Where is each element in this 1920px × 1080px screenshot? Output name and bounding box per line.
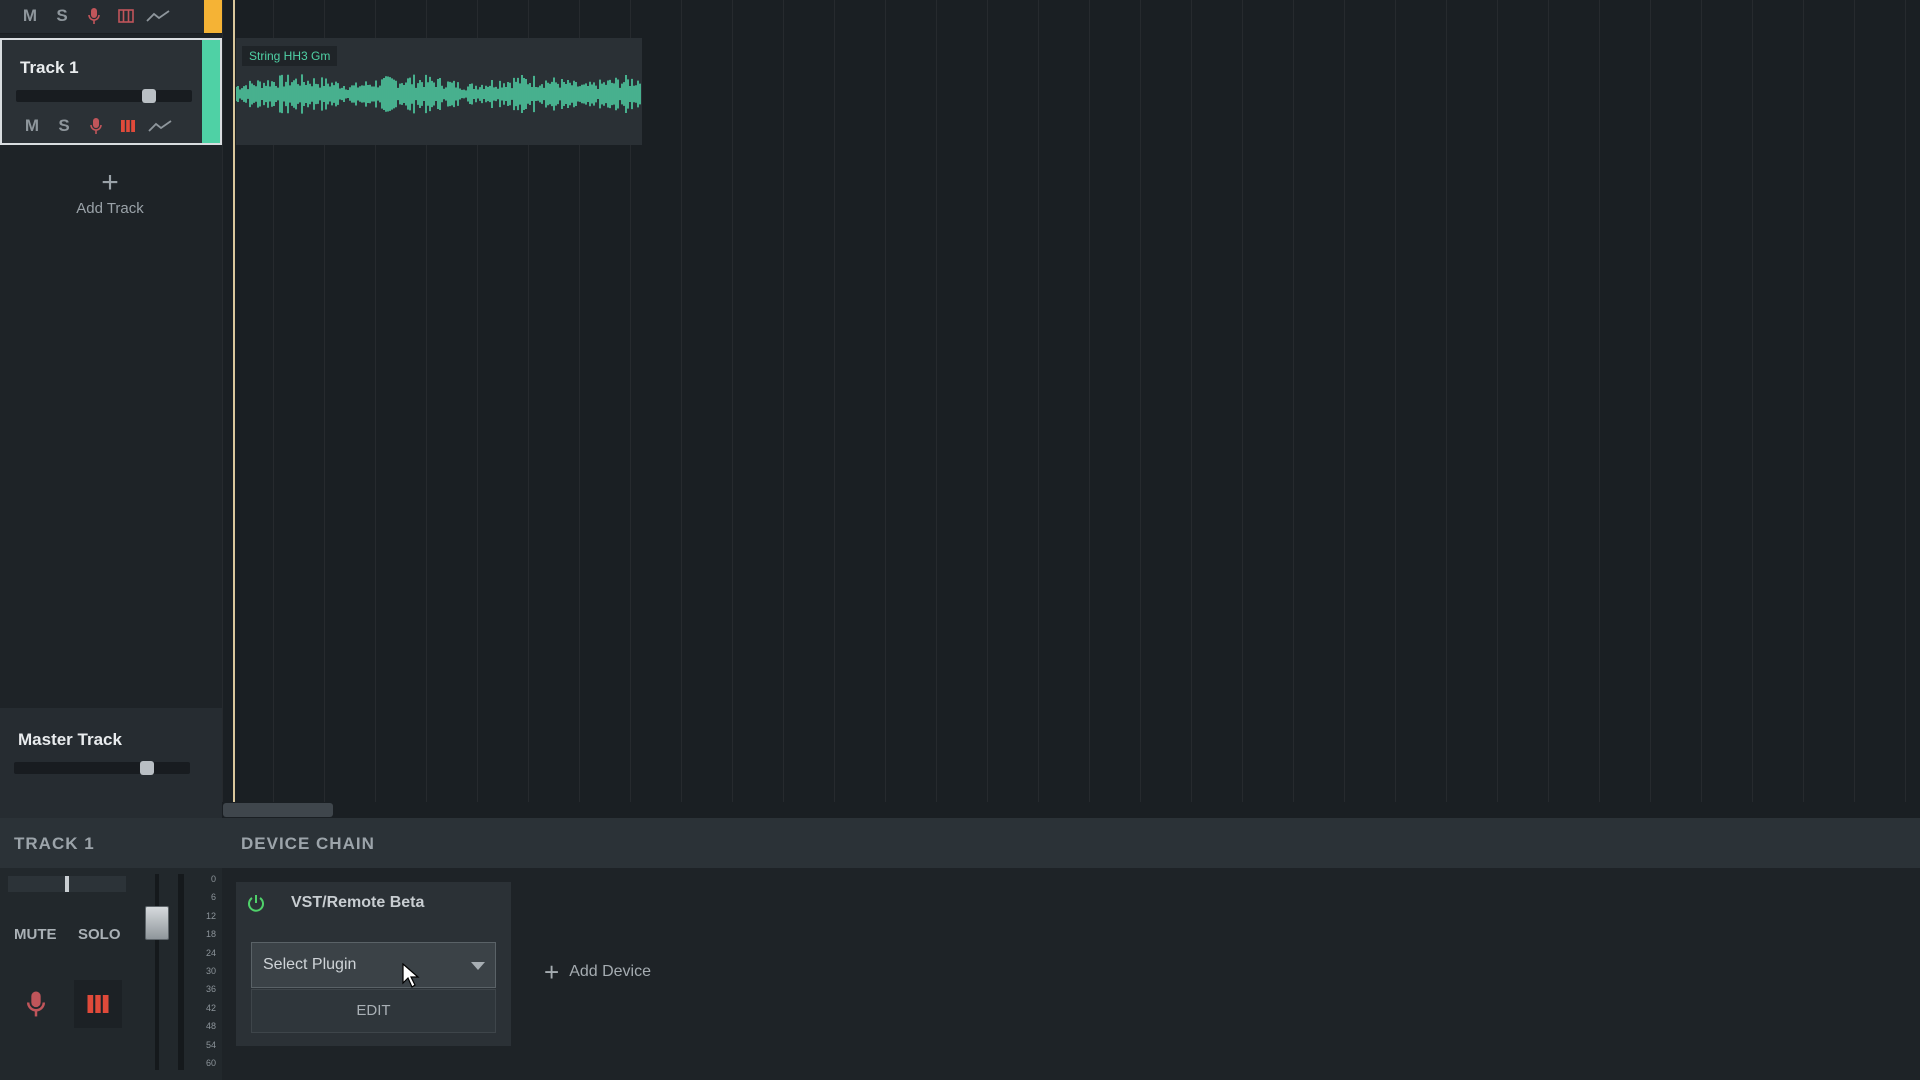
device-header: VST/Remote Beta [236, 882, 511, 924]
track-section-title: TRACK 1 [14, 834, 95, 853]
db-tick-label: 6 [210, 892, 216, 902]
track-controls: M S [14, 5, 174, 27]
master-track-header[interactable]: Master Track [0, 708, 222, 818]
mute-button[interactable]: M [14, 5, 46, 27]
volume-fader-track[interactable] [155, 874, 159, 1070]
pan-knob[interactable] [65, 876, 69, 892]
microphone-icon[interactable] [78, 5, 110, 27]
piano-keys-icon[interactable] [74, 980, 122, 1028]
mouse-cursor-icon [402, 962, 420, 994]
db-tick-label: 60 [205, 1058, 216, 1068]
db-tick-label: 30 [205, 966, 216, 976]
device-vst-remote: VST/Remote Beta Select Plugin EDIT [236, 882, 511, 1046]
volume-fader-cap[interactable] [145, 906, 169, 940]
device-chain-title: DEVICE CHAIN [241, 834, 375, 853]
add-device-button[interactable]: + Add Device [544, 957, 652, 987]
track-header-track-1[interactable]: Track 1 M S [0, 38, 222, 145]
track-volume-slider[interactable] [16, 89, 192, 103]
piano-keys-icon[interactable] [110, 5, 142, 27]
add-device-label: Add Device [569, 963, 652, 980]
volume-knob[interactable] [140, 761, 154, 775]
mute-button[interactable]: MUTE [14, 926, 57, 943]
audio-clip[interactable]: String HH3 Gm [236, 38, 642, 145]
waveform [236, 74, 641, 114]
db-tick-label: 36 [205, 984, 216, 994]
track-color-strip [204, 0, 222, 33]
add-track-label: Add Track [76, 200, 144, 217]
bottom-panel-header: TRACK 1 DEVICE CHAIN [0, 818, 1920, 868]
track-header-previous[interactable]: M S [0, 0, 222, 34]
device-title: VST/Remote Beta [291, 894, 425, 911]
track-list: M S Track 1 M S + Add Track Master Track [0, 0, 222, 818]
solo-button[interactable]: SOLO [78, 926, 121, 943]
plugin-select[interactable]: Select Plugin [251, 942, 496, 988]
track-controls: M S [16, 115, 176, 137]
master-volume-slider[interactable] [14, 761, 190, 775]
playhead[interactable] [233, 0, 235, 818]
db-tick-label: 42 [205, 1003, 216, 1013]
arrangement-timeline[interactable]: String HH3 Gm [222, 0, 1920, 818]
automation-line-icon[interactable] [144, 115, 176, 137]
daw-app: M S Track 1 M S + Add Track Master Track… [0, 0, 1920, 1080]
automation-line-icon[interactable] [142, 5, 174, 27]
scrollbar-thumb[interactable] [223, 803, 333, 817]
plus-icon: + [101, 166, 119, 199]
db-tick-label: 18 [205, 929, 216, 939]
clip-label: String HH3 Gm [242, 46, 338, 66]
track-name: Track 1 [20, 58, 79, 77]
solo-button[interactable]: S [48, 115, 80, 137]
db-tick-label: 12 [205, 911, 216, 921]
db-tick-label: 24 [205, 948, 216, 958]
plugin-select-value: Select Plugin [263, 956, 357, 973]
db-tick-label: 54 [205, 1040, 216, 1050]
track-color-strip [202, 40, 220, 143]
chevron-down-icon [471, 962, 485, 970]
db-tick-label: 0 [210, 874, 216, 884]
bottom-panel: TRACK 1 DEVICE CHAIN MUTE SOLO 0 6 12 18 24 3… [0, 818, 1920, 1080]
microphone-icon[interactable] [80, 115, 112, 137]
power-icon[interactable] [246, 893, 266, 918]
volume-knob[interactable] [142, 89, 156, 103]
piano-keys-icon[interactable] [112, 115, 144, 137]
solo-button[interactable]: S [46, 5, 78, 27]
plus-icon: + [544, 957, 560, 987]
track-mixer-strip: MUTE SOLO 0 6 12 18 24 30 36 42 48 54 60 [0, 868, 222, 1080]
pan-slider[interactable] [8, 876, 126, 892]
db-tick-label: 48 [205, 1021, 216, 1031]
edit-button[interactable]: EDIT [251, 989, 496, 1033]
horizontal-scrollbar[interactable] [222, 802, 1920, 818]
mute-button[interactable]: M [16, 115, 48, 137]
level-meter [178, 874, 184, 1070]
add-track-button[interactable]: + Add Track [40, 168, 180, 228]
microphone-icon[interactable] [12, 980, 60, 1028]
db-scale: 0 6 12 18 24 30 36 42 48 54 60 [190, 874, 220, 1070]
master-track-name: Master Track [18, 730, 122, 749]
